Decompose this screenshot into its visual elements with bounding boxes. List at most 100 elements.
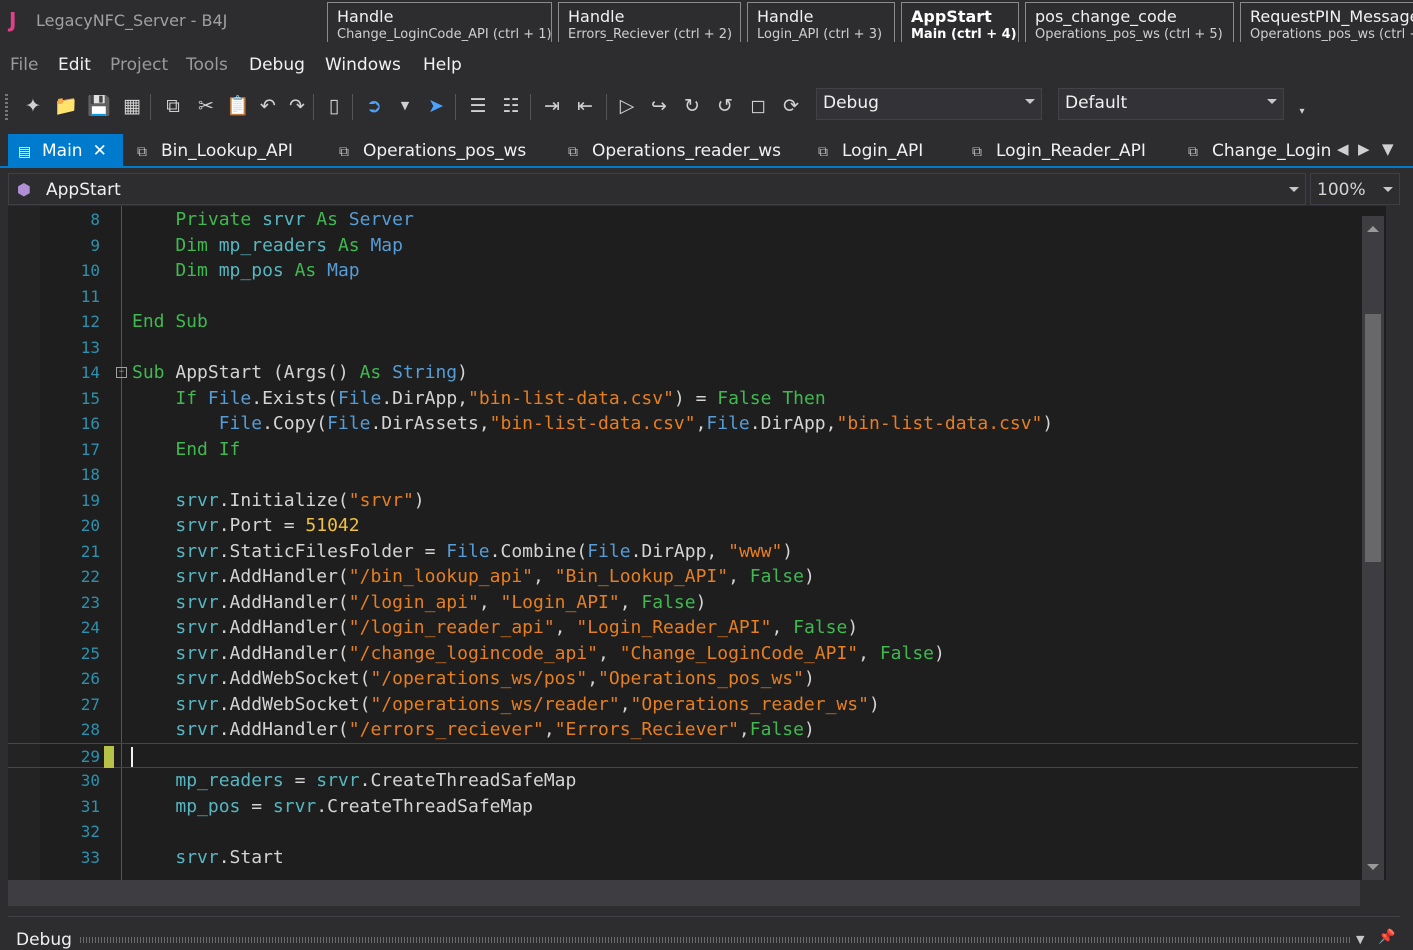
panel-grip[interactable] [80,937,1350,943]
code-line[interactable]: 10 Dim mp_pos As Map [8,258,1358,284]
close-icon[interactable]: ✕ [93,141,107,161]
stop-icon[interactable]: ◻ [746,94,770,118]
open-folder-icon[interactable]: 📁 [54,94,78,118]
quick-tab-title: Handle [568,7,625,26]
document-tabs: ▤ Main ✕ ⧉ Bin_Lookup_API ⧉ Operations_pos_w… [0,134,1413,168]
code-line[interactable]: 16 File.Copy(File.DirAssets,"bin-list-da… [8,411,1358,437]
quick-tab-errors-reciever[interactable]: Handle Errors_Reciever (ctrl + 2) [558,2,741,42]
quick-tab-requestpin-message[interactable]: RequestPIN_Message Operations_pos_ws (ct… [1240,2,1413,42]
tab-operations-reader-ws[interactable]: ⧉ Operations_reader_ws [568,134,781,166]
chevron-down-icon [1383,187,1393,192]
menu-help[interactable]: Help [423,55,462,75]
code-line[interactable]: 17 End If [8,437,1358,463]
tab-change-logincode-api[interactable]: ⧉ Change_Logine [1188,134,1330,166]
horizontal-scrollbar[interactable] [8,880,1360,906]
toolbar-grip[interactable] [5,94,8,120]
tab-scroll-left-icon[interactable]: ◀ [1337,140,1349,158]
class-module-icon: ⧉ [1188,144,1198,160]
build-config-select[interactable]: Debug [816,88,1042,120]
quick-tab-pos-change-code[interactable]: pos_change_code Operations_pos_ws (ctrl … [1025,2,1234,42]
chevron-down-icon[interactable]: ▼ [1356,933,1364,946]
vertical-scrollbar[interactable] [1362,216,1384,880]
quick-tab-subtitle: Operations_pos_ws (ctrl + 5) [1035,27,1223,42]
cut-icon[interactable]: ✂ [194,94,218,118]
build-target-select[interactable]: Default [1058,88,1284,120]
code-line[interactable]: 27 srvr.AddWebSocket("/operations_ws/rea… [8,692,1358,718]
code-line[interactable]: 30 mp_readers = srvr.CreateThreadSafeMap [8,768,1358,794]
menu-file[interactable]: File [10,55,38,75]
code-line[interactable]: 15 If File.Exists(File.DirApp,"bin-list-… [8,386,1358,412]
code-line[interactable]: 14 − Sub AppStart (Args() As String) [8,360,1358,386]
menu-edit[interactable]: Edit [58,55,91,75]
zoom-select[interactable]: 100% [1310,173,1400,205]
undo-icon[interactable]: ↶ [256,94,280,118]
quick-tab-subtitle: Operations_pos_ws (ctrl + 6) [1250,27,1413,42]
menu-tools[interactable]: Tools [186,55,228,75]
collapse-icon[interactable]: − [116,367,127,378]
scroll-down-icon[interactable] [1367,864,1379,870]
tab-login-api[interactable]: ⧉ Login_API [818,134,923,166]
code-line[interactable]: 25 srvr.AddHandler("/change_logincode_ap… [8,641,1358,667]
step-over-icon[interactable]: ↻ [680,94,704,118]
sub-selector[interactable]: ⬢ AppStart [8,173,1306,205]
code-line[interactable]: 20 srvr.Port = 51042 [8,513,1358,539]
code-line[interactable]: 24 srvr.AddHandler("/login_reader_api", … [8,615,1358,641]
restart-icon[interactable]: ⟳ [779,94,803,118]
code-line[interactable]: 11 [8,284,1358,310]
tab-scroll-right-icon[interactable]: ▶ [1358,140,1370,158]
code-line[interactable]: 9 Dim mp_readers As Map [8,233,1358,259]
menu-debug[interactable]: Debug [249,55,305,75]
menu-windows[interactable]: Windows [325,55,401,75]
quick-tab-appstart[interactable]: AppStart Main (ctrl + 4) [901,2,1019,42]
code-editor[interactable]: 8 Private srvr As Server 9 Dim mp_readers… [8,206,1386,880]
quick-tab-login-api[interactable]: Handle Login_API (ctrl + 3) [747,2,895,42]
code-line[interactable]: 28 srvr.AddHandler("/errors_reciever","E… [8,717,1358,743]
step-into-icon[interactable]: ↪ [647,94,671,118]
code-line[interactable]: 12 End Sub [8,309,1358,335]
menu-project[interactable]: Project [110,55,168,75]
dropdown-arrow-icon[interactable]: ▼ [393,94,417,118]
new-module-icon[interactable]: ✦ [21,94,45,118]
toolbar-separator [606,94,607,120]
quick-tab-change-logincode[interactable]: Handle Change_LoginCode_API (ctrl + 1) [327,2,552,42]
bookmark-icon[interactable]: ▯ [322,94,346,118]
comment-block-icon[interactable]: ☰ [466,94,490,118]
uncomment-block-icon[interactable]: ☷ [499,94,523,118]
code-line[interactable]: 33 srvr.Start [8,845,1358,871]
navigate-back-icon[interactable]: ➲ [362,94,386,118]
class-module-icon: ⧉ [137,144,147,160]
code-line[interactable]: 19 srvr.Initialize("srvr") [8,488,1358,514]
paste-icon[interactable]: 📋 [226,94,250,118]
tab-bin-lookup-api[interactable]: ⧉ Bin_Lookup_API [137,134,293,166]
save-all-icon[interactable]: ▦ [120,94,144,118]
code-text: Sub AppStart (Args() As String) [132,362,468,383]
tab-list-dropdown-icon[interactable]: ▼ [1382,140,1394,158]
copy-icon[interactable]: ⧉ [161,94,185,118]
code-text: End Sub [132,311,208,332]
code-line[interactable]: 31 mp_pos = srvr.CreateThreadSafeMap [8,794,1358,820]
scrollbar-thumb[interactable] [1365,314,1381,562]
navigate-forward-icon[interactable]: ➤ [424,94,448,118]
tab-operations-pos-ws[interactable]: ⧉ Operations_pos_ws [339,134,526,166]
code-line[interactable]: 18 [8,462,1358,488]
scroll-up-icon[interactable] [1367,226,1379,232]
step-out-icon[interactable]: ↺ [713,94,737,118]
code-line[interactable]: 8 Private srvr As Server [8,207,1358,233]
toolbar-overflow-icon[interactable]: ▾ [1290,100,1314,124]
code-line[interactable]: 23 srvr.AddHandler("/login_api", "Login_… [8,590,1358,616]
code-line[interactable]: 29 [8,742,1358,768]
tab-main[interactable]: ▤ Main ✕ [8,134,123,166]
save-icon[interactable]: 💾 [87,94,111,118]
outdent-icon[interactable]: ⇤ [573,94,597,118]
tab-login-reader-api[interactable]: ⧉ Login_Reader_API [972,134,1146,166]
code-line[interactable]: 32 [8,819,1358,845]
run-icon[interactable]: ▷ [615,94,639,118]
code-line[interactable]: 22 srvr.AddHandler("/bin_lookup_api", "B… [8,564,1358,590]
code-line[interactable]: 21 srvr.StaticFilesFolder = File.Combine… [8,539,1358,565]
pin-icon[interactable]: 📌 [1378,929,1395,945]
code-line[interactable]: 26 srvr.AddWebSocket("/operations_ws/pos… [8,666,1358,692]
indent-icon[interactable]: ⇥ [540,94,564,118]
code-line[interactable]: 13 [8,335,1358,361]
redo-icon[interactable]: ↷ [285,94,309,118]
code-lines: 8 Private srvr As Server 9 Dim mp_readers… [8,207,1358,870]
